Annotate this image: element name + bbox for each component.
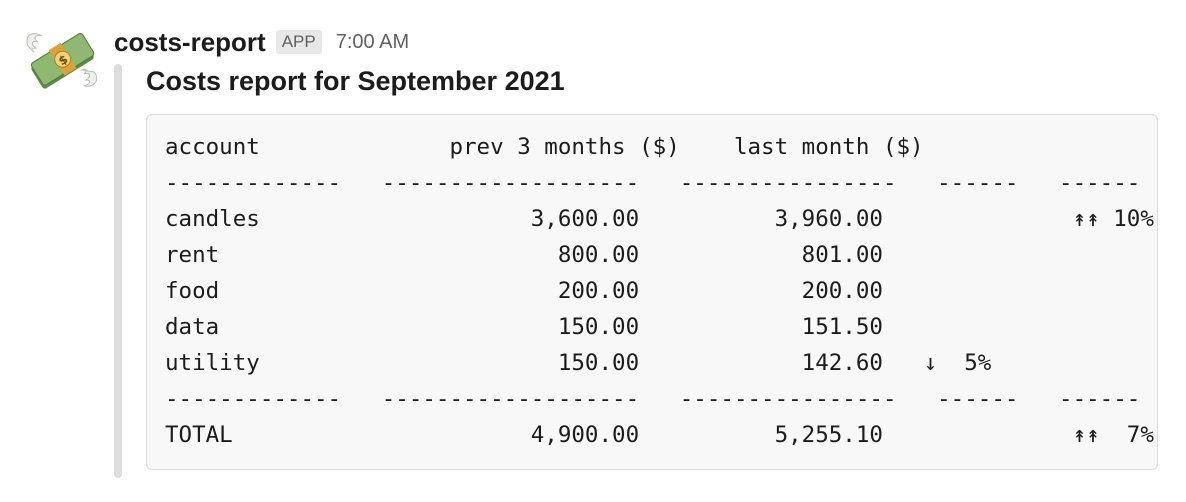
separator-row: ------------- ------------------- ------… [165, 170, 1141, 196]
report-code-block: account prev 3 months ($) last month ($)… [146, 114, 1158, 470]
table-row: rent 800.00 801.00 [165, 242, 883, 268]
sender-name[interactable]: costs-report [114, 27, 266, 58]
app-badge: APP [275, 30, 322, 54]
message-header: costs-report APP 7:00 AM [114, 24, 409, 60]
message-timestamp[interactable]: 7:00 AM [336, 31, 409, 54]
attachment-bar [114, 64, 122, 478]
table-row: food 200.00 200.00 [165, 278, 883, 304]
report-title: Costs report for September 2021 [146, 66, 565, 96]
table-header-row: account prev 3 months ($) last month ($) [165, 134, 924, 160]
bot-avatar[interactable]: $ [22, 26, 100, 94]
table-row: candles 3,600.00 3,960.00 ↟↟ 10% [165, 206, 1154, 232]
table-row: utility 150.00 142.60 ↓ 5% [165, 350, 992, 376]
table-row: data 150.00 151.50 [165, 314, 883, 340]
total-row: TOTAL 4,900.00 5,255.10 ↟↟ 7% [165, 422, 1154, 448]
money-with-wings-icon: $ [26, 32, 98, 89]
separator-row: ------------- ------------------- ------… [165, 386, 1141, 412]
